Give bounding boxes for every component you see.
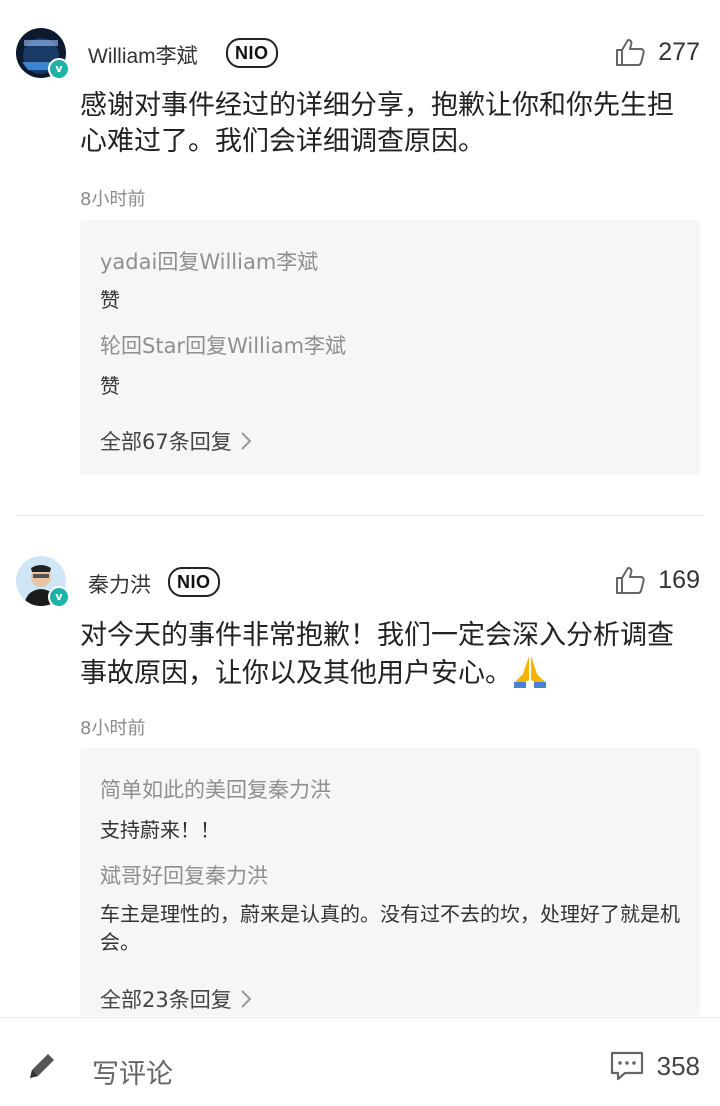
- comment-2: v 秦力洪 NIO 169 对今天的事件非常抱歉！我们一定会深入分析调查事故原因…: [0, 516, 720, 1016]
- pencil-icon: [30, 1054, 54, 1078]
- username[interactable]: 秦力洪: [88, 569, 151, 599]
- all-replies-label: 全部23条回复: [100, 988, 232, 1012]
- like-count: 169: [658, 565, 700, 594]
- reply-box: yadai回复William李斌 赞 轮回Star回复William李斌 赞 全…: [80, 220, 700, 475]
- verified-icon: v: [48, 586, 70, 608]
- chevron-right-icon: [241, 432, 252, 450]
- thumbs-up-icon: [616, 39, 645, 66]
- comment-1: v William李斌 NIO 277 感谢对事件经过的详细分享，抱歉让你和你先…: [0, 0, 720, 515]
- all-replies-link[interactable]: 全部23条回复: [100, 984, 252, 1014]
- like-count: 277: [658, 37, 700, 66]
- write-comment-input[interactable]: 写评论: [92, 1052, 173, 1091]
- like-button[interactable]: 277: [614, 36, 700, 68]
- reply-header[interactable]: yadai回复William李斌: [100, 246, 318, 276]
- nio-badge: NIO: [168, 567, 220, 597]
- avatar-william[interactable]: v: [16, 28, 70, 80]
- like-button[interactable]: 169: [614, 564, 700, 596]
- comment-text-body: 对今天的事件非常抱歉！我们一定会深入分析调查事故原因，让你以及其他用户安心。: [80, 620, 674, 689]
- comment-count: 358: [656, 1050, 700, 1081]
- comments-button[interactable]: 358: [609, 1050, 700, 1082]
- all-replies-label: 全部67条回复: [100, 430, 232, 454]
- avatar-qin[interactable]: v: [16, 556, 70, 608]
- comment-text: 感谢对事件经过的详细分享，抱歉让你和你先生担心难过了。我们会详细调查原因。: [80, 90, 674, 157]
- chevron-right-icon: [241, 990, 252, 1008]
- folded-hands-icon: [512, 654, 548, 698]
- all-replies-link[interactable]: 全部67条回复: [100, 426, 252, 456]
- comment-time: 8小时前: [80, 718, 146, 739]
- nio-badge: NIO: [226, 38, 278, 68]
- thumbs-up-icon: [616, 567, 645, 594]
- reply-text: 赞: [100, 288, 120, 312]
- reply-header[interactable]: 轮回Star回复William李斌: [100, 330, 346, 360]
- verified-icon: v: [48, 58, 70, 80]
- comment-text: 对今天的事件非常抱歉！我们一定会深入分析调查事故原因，让你以及其他用户安心。: [80, 618, 700, 698]
- reply-header[interactable]: 简单如此的美回复秦力洪: [100, 774, 331, 804]
- comment-bubble-icon: [610, 1051, 643, 1081]
- reply-box: 简单如此的美回复秦力洪 支持蔚来！！ 斌哥好回复秦力洪 车主是理性的，蔚来是认真…: [80, 748, 700, 1016]
- reply-header[interactable]: 斌哥好回复秦力洪: [100, 860, 268, 890]
- reply-text: 赞: [100, 374, 120, 398]
- reply-text: 车主是理性的，蔚来是认真的。没有过不去的坎，处理好了就是机会。: [100, 902, 680, 954]
- reply-text: 支持蔚来！！: [100, 818, 220, 842]
- comment-time: 8小时前: [80, 189, 146, 210]
- username[interactable]: William李斌: [88, 40, 198, 70]
- bottom-bar: 写评论 358: [0, 1017, 720, 1106]
